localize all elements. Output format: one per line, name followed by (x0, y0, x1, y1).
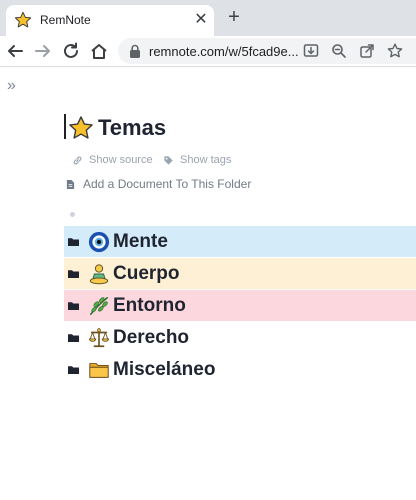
folder-icon (68, 238, 79, 246)
page-title-text[interactable]: Temas (98, 115, 166, 141)
person-in-lotus-position-icon (89, 263, 109, 284)
folder-row-derecho[interactable]: Derecho (64, 322, 416, 353)
page-title[interactable]: Temas (68, 113, 166, 143)
back-arrow-icon[interactable] (4, 40, 26, 62)
folder-label: Misceláneo (113, 358, 216, 380)
install-app-icon[interactable] (302, 42, 320, 60)
new-tab-button[interactable]: + (224, 7, 244, 28)
empty-bullet[interactable] (70, 212, 75, 217)
show-source-button[interactable]: Show source (72, 154, 153, 166)
folder-row-entorno[interactable]: Entorno (64, 290, 416, 321)
zoom-icon[interactable] (330, 42, 348, 60)
document-icon (66, 179, 75, 189)
folder-icon (68, 366, 79, 374)
tab-title: RemNote (40, 13, 91, 27)
expand-sidebar-icon[interactable]: » (7, 77, 16, 95)
folder-label: Mente (113, 230, 168, 252)
show-tags-button[interactable]: Show tags (163, 154, 231, 166)
show-tags-label: Show tags (180, 154, 232, 166)
folder-row-miscelaneo[interactable]: Misceláneo (64, 354, 416, 385)
balance-scale-icon (88, 327, 110, 347)
herb-icon (90, 296, 108, 315)
forward-arrow-icon[interactable] (32, 40, 54, 62)
folder-icon (68, 270, 79, 278)
tag-icon (164, 155, 173, 165)
show-source-label: Show source (89, 154, 153, 166)
tab-strip: RemNote ✕ + (0, 0, 416, 36)
folder-label: Entorno (113, 294, 186, 316)
star-favicon-icon (14, 11, 32, 28)
link-icon (73, 156, 82, 164)
folder-row-cuerpo[interactable]: Cuerpo (64, 258, 416, 289)
text-cursor (64, 114, 66, 139)
reload-icon[interactable] (60, 40, 82, 62)
url-text[interactable]: remnote.com/w/5fcad9e... (149, 44, 299, 59)
add-document-button[interactable]: Add a Document To This Folder (66, 177, 251, 191)
bookmark-star-icon[interactable] (386, 42, 404, 60)
address-bar[interactable]: remnote.com/w/5fcad9e... (118, 38, 416, 64)
folder-icon (68, 302, 79, 310)
folder-label: Derecho (113, 326, 190, 348)
lock-icon[interactable] (129, 44, 141, 58)
nazar-amulet-icon (88, 231, 110, 252)
tab-remnote[interactable]: RemNote ✕ (6, 5, 214, 36)
home-icon[interactable] (88, 40, 110, 62)
close-tab-icon[interactable]: ✕ (192, 11, 210, 29)
folder-label: Cuerpo (113, 262, 180, 284)
share-icon[interactable] (358, 42, 376, 60)
file-folder-icon (89, 362, 109, 378)
folder-row-mente[interactable]: Mente (64, 226, 416, 257)
star-icon (69, 116, 93, 139)
add-document-label: Add a Document To This Folder (83, 177, 252, 191)
browser-toolbar: remnote.com/w/5fcad9e... (0, 36, 416, 67)
folder-icon (68, 334, 79, 342)
